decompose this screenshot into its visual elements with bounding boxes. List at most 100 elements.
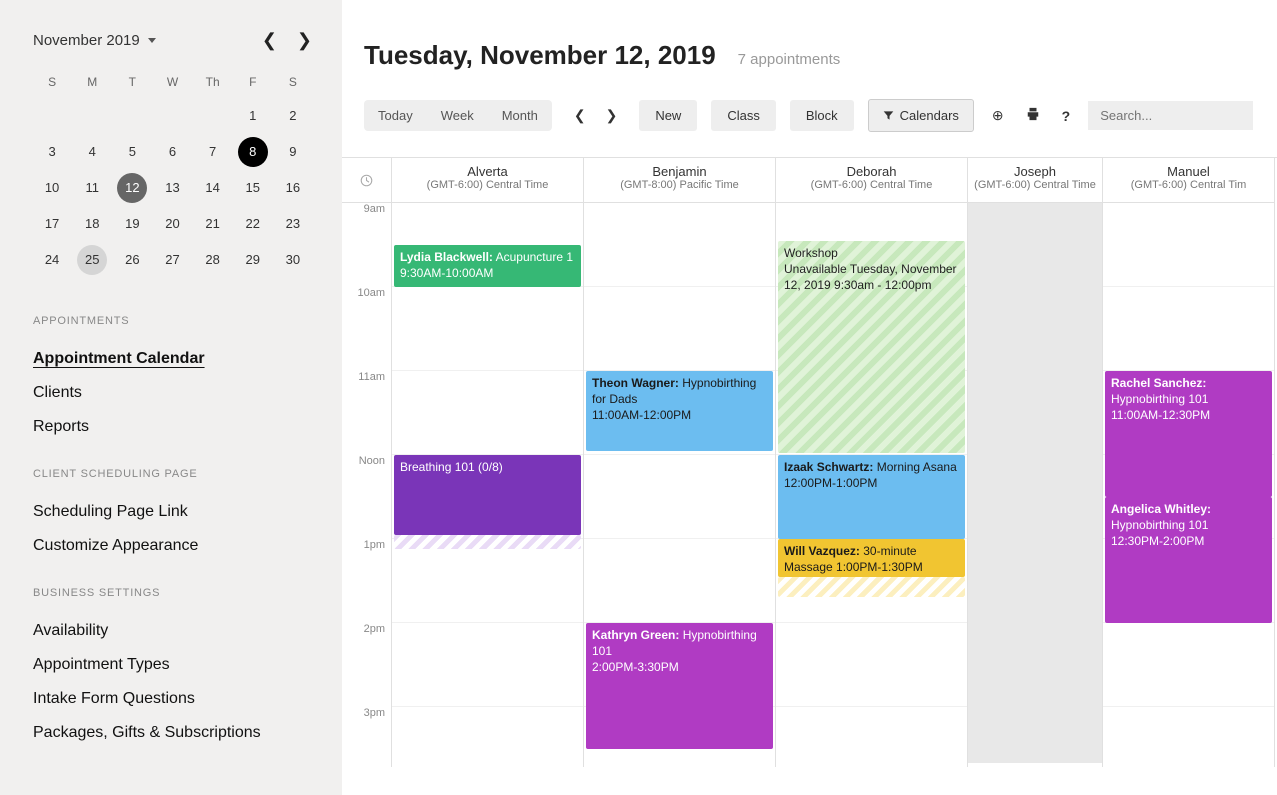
mini-cal-dow: T bbox=[113, 69, 151, 95]
resource-name: Benjamin bbox=[588, 164, 771, 179]
new-button[interactable]: New bbox=[639, 100, 697, 131]
mini-cal-day[interactable]: 25 bbox=[77, 245, 107, 275]
chevron-down-icon bbox=[148, 38, 156, 43]
appointment-count: 7 appointments bbox=[738, 51, 841, 68]
mini-cal-day[interactable]: 5 bbox=[117, 137, 147, 167]
nav-item[interactable]: Scheduling Page Link bbox=[33, 495, 312, 529]
calendar-event[interactable]: Kathryn Green: Hypnobirthing 1012:00PM-3… bbox=[586, 623, 773, 749]
mini-cal-day[interactable]: 18 bbox=[77, 209, 107, 239]
resource-column: Deborah(GMT-6:00) Central Time WorkshopUn… bbox=[776, 158, 968, 767]
mini-cal-day[interactable]: 14 bbox=[198, 173, 228, 203]
filter-icon bbox=[883, 110, 894, 121]
calendar-event[interactable]: Will Vazquez: 30-minute Massage 1:00PM-1… bbox=[778, 539, 965, 577]
time-label: 3pm bbox=[342, 707, 391, 767]
time-label: 10am bbox=[342, 287, 391, 371]
mini-cal-day[interactable]: 19 bbox=[117, 209, 147, 239]
calendar-event[interactable]: Breathing 101 (0/8) bbox=[394, 455, 581, 535]
calendar-event[interactable]: Izaak Schwartz: Morning Asana12:00PM-1:0… bbox=[778, 455, 965, 539]
resource-tz: (GMT-8:00) Pacific Time bbox=[588, 179, 771, 191]
search-input[interactable] bbox=[1100, 108, 1276, 123]
nav-item[interactable]: Availability bbox=[33, 614, 312, 648]
calendar-event[interactable]: WorkshopUnavailable Tuesday, November 12… bbox=[778, 241, 965, 453]
resource-name: Manuel bbox=[1107, 164, 1270, 179]
nav-item[interactable]: Customize Appearance bbox=[33, 529, 312, 563]
calendar-event[interactable]: Lydia Blackwell: Acupuncture 1 9:30AM-10… bbox=[394, 245, 581, 287]
resource-column: Manuel(GMT-6:00) Central TimRachel Sanch… bbox=[1103, 158, 1275, 767]
resource-name: Deborah bbox=[780, 164, 963, 179]
mini-cal-day[interactable]: 24 bbox=[37, 245, 67, 275]
section-label: BUSINESS SETTINGS bbox=[33, 587, 312, 599]
nav-item[interactable]: Reports bbox=[33, 410, 312, 444]
mini-cal-day[interactable]: 29 bbox=[238, 245, 268, 275]
mini-calendar: SMTWThFS12345678910111213141516171819202… bbox=[33, 69, 312, 275]
mini-cal-day[interactable]: 8 bbox=[238, 137, 268, 167]
mini-cal-day[interactable]: 3 bbox=[37, 137, 67, 167]
mini-cal-month[interactable]: November 2019 bbox=[33, 32, 156, 49]
week-button[interactable]: Week bbox=[427, 100, 488, 131]
resource-name: Joseph bbox=[972, 164, 1098, 179]
resource-tz: (GMT-6:00) Central Time bbox=[780, 179, 963, 191]
resource-column: Alverta(GMT-6:00) Central Time Lydia Blac… bbox=[392, 158, 584, 767]
nav-item[interactable]: Appointment Types bbox=[33, 648, 312, 682]
resource-tz: (GMT-6:00) Central Time bbox=[972, 179, 1098, 191]
mini-cal-day[interactable]: 7 bbox=[198, 137, 228, 167]
mini-cal-day[interactable]: 2 bbox=[278, 101, 308, 131]
mini-cal-day[interactable]: 1 bbox=[238, 101, 268, 131]
calendar-event[interactable]: Rachel Sanchez: Hypnobirthing 10111:00AM… bbox=[1105, 371, 1272, 497]
mini-cal-next[interactable]: ❯ bbox=[297, 30, 312, 51]
resource-tz: (GMT-6:00) Central Time bbox=[396, 179, 579, 191]
mini-cal-day[interactable]: 28 bbox=[198, 245, 228, 275]
mini-cal-day[interactable]: 11 bbox=[77, 173, 107, 203]
mini-cal-prev[interactable]: ❮ bbox=[262, 30, 277, 51]
mini-cal-day[interactable]: 13 bbox=[157, 173, 187, 203]
page-title: Tuesday, November 12, 2019 bbox=[364, 40, 716, 71]
resource-column: Joseph(GMT-6:00) Central Time bbox=[968, 158, 1103, 767]
mini-cal-day[interactable]: 9 bbox=[278, 137, 308, 167]
nav-item[interactable]: Intake Form Questions bbox=[33, 682, 312, 716]
next-day-button[interactable]: ❯ bbox=[606, 107, 618, 124]
calendar-event[interactable]: Angelica Whitley: Hypnobirthing 10112:30… bbox=[1105, 497, 1272, 623]
search-box[interactable] bbox=[1088, 101, 1253, 130]
mini-cal-day[interactable]: 21 bbox=[198, 209, 228, 239]
nav-item[interactable]: Appointment Calendar bbox=[33, 342, 312, 376]
time-label: Noon bbox=[342, 455, 391, 539]
nav-item[interactable]: Clients bbox=[33, 376, 312, 410]
calendar-event[interactable] bbox=[394, 535, 581, 549]
mini-cal-dow: Th bbox=[194, 69, 232, 95]
calendar-event[interactable]: Theon Wagner: Hypnobirthing for Dads11:0… bbox=[586, 371, 773, 451]
calendars-filter-button[interactable]: Calendars bbox=[868, 99, 974, 132]
help-icon[interactable]: ? bbox=[1058, 108, 1075, 124]
mini-cal-day[interactable]: 17 bbox=[37, 209, 67, 239]
resource-name: Alverta bbox=[396, 164, 579, 179]
mini-cal-day[interactable]: 4 bbox=[77, 137, 107, 167]
nav-item[interactable]: Packages, Gifts & Subscriptions bbox=[33, 716, 312, 750]
class-button[interactable]: Class bbox=[711, 100, 776, 131]
schedule-grid: 9am10am11amNoon1pm2pm3pm Alverta(GMT-6:0… bbox=[342, 157, 1277, 767]
prev-day-button[interactable]: ❮ bbox=[574, 107, 586, 124]
mini-cal-day[interactable]: 12 bbox=[117, 173, 147, 203]
mini-cal-day[interactable]: 23 bbox=[278, 209, 308, 239]
calendar-event[interactable] bbox=[778, 577, 965, 597]
print-icon[interactable] bbox=[1022, 107, 1044, 124]
mini-cal-day[interactable]: 26 bbox=[117, 245, 147, 275]
month-button[interactable]: Month bbox=[488, 100, 552, 131]
sidebar: November 2019 ❮ ❯ SMTWThFS12345678910111… bbox=[0, 0, 342, 795]
time-label: 1pm bbox=[342, 539, 391, 623]
mini-cal-day[interactable]: 27 bbox=[157, 245, 187, 275]
time-label: 9am bbox=[342, 203, 391, 287]
section-label: APPOINTMENTS bbox=[33, 315, 312, 327]
mini-cal-day[interactable]: 22 bbox=[238, 209, 268, 239]
mini-cal-day[interactable]: 20 bbox=[157, 209, 187, 239]
block-button[interactable]: Block bbox=[790, 100, 854, 131]
mini-cal-dow: S bbox=[33, 69, 71, 95]
mini-cal-day[interactable]: 6 bbox=[157, 137, 187, 167]
mini-cal-day[interactable]: 16 bbox=[278, 173, 308, 203]
mini-cal-dow: M bbox=[73, 69, 111, 95]
today-button[interactable]: Today bbox=[364, 100, 427, 131]
zoom-icon[interactable]: ⊕ bbox=[988, 107, 1008, 124]
view-switcher: Today Week Month bbox=[364, 100, 552, 131]
mini-cal-day[interactable]: 15 bbox=[238, 173, 268, 203]
mini-cal-day[interactable]: 10 bbox=[37, 173, 67, 203]
mini-cal-dow: F bbox=[234, 69, 272, 95]
mini-cal-day[interactable]: 30 bbox=[278, 245, 308, 275]
